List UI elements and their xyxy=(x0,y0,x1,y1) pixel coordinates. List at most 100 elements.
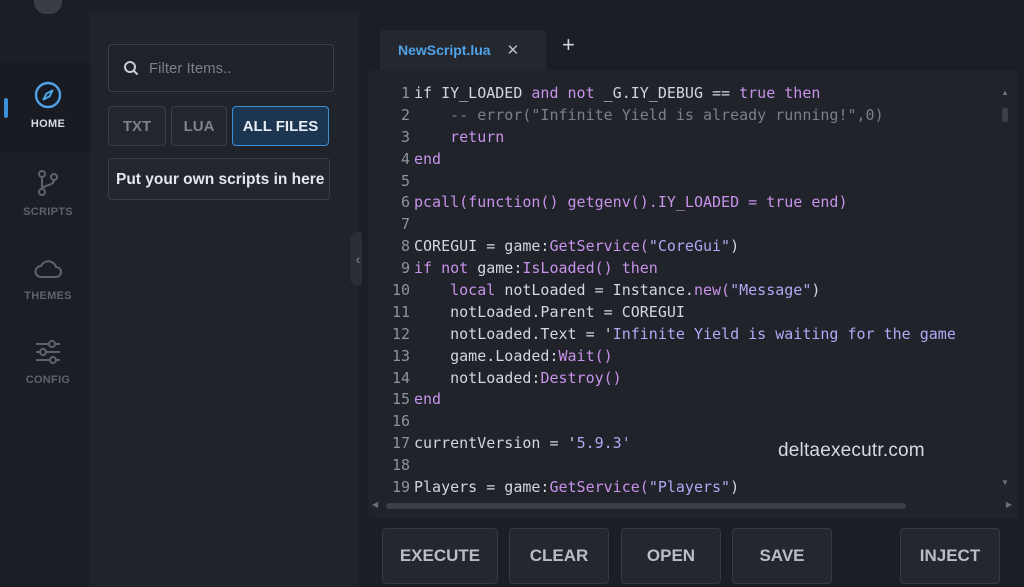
line-number: 9 xyxy=(400,259,410,278)
code-token: game: xyxy=(477,259,523,278)
code-token: "Players" xyxy=(648,478,731,495)
code-token: "CoreGui" xyxy=(648,237,731,256)
new-tab-button[interactable]: + xyxy=(562,32,575,58)
code-token: notLoaded.Parent = COREGUI xyxy=(414,302,685,321)
app-logo xyxy=(34,0,62,14)
code-token: pcall(function() getgenv().IY_LOADED = xyxy=(414,193,767,212)
line-number: 18 xyxy=(391,456,410,475)
code-text: game.Loaded:Wait() xyxy=(414,346,613,368)
line-number: 1 xyxy=(400,84,410,102)
code-line: 6 pcall(function() getgenv().IY_LOADED = … xyxy=(380,192,1012,214)
vertical-scrollbar[interactable]: ▲ ▼ xyxy=(998,88,1012,488)
nav-label-scripts: SCRIPTS xyxy=(23,206,73,218)
filter-search[interactable] xyxy=(108,44,334,92)
code-line: 14 notLoaded:Destroy() xyxy=(380,368,1012,390)
code-line: 4 end xyxy=(380,149,1012,171)
inject-button[interactable]: INJECT xyxy=(900,528,1000,584)
code-line: 15 end xyxy=(380,389,1012,411)
nav-item-scripts[interactable]: SCRIPTS xyxy=(0,168,96,218)
code-token: notLoaded: xyxy=(414,368,541,387)
execute-button[interactable]: EXECUTE xyxy=(382,528,498,584)
open-button[interactable]: OPEN xyxy=(621,528,721,584)
code-text: end xyxy=(414,149,441,171)
line-number: 19 xyxy=(391,478,410,495)
code-token: ) xyxy=(730,478,740,495)
filter-all-files-button[interactable]: ALL FILES xyxy=(232,106,329,146)
compass-icon xyxy=(34,81,62,109)
code-token: local xyxy=(414,281,505,300)
code-text: if IY_LOADED and not _G.IY_DEBUG == true… xyxy=(414,83,820,105)
code-line: 2 -- error("Infinite Yield is already ru… xyxy=(380,105,1012,127)
line-number: 2 xyxy=(400,105,410,124)
code-text: end xyxy=(414,389,441,411)
nav-label-themes: THEMES xyxy=(24,290,72,302)
script-list-item[interactable]: Put your own scripts in here xyxy=(108,158,330,200)
code-line: 9 if not game:IsLoaded() then xyxy=(380,258,1012,280)
code-token: game.Loaded: xyxy=(414,346,559,365)
code-token: end xyxy=(414,149,442,168)
code-text: return xyxy=(414,127,504,149)
scroll-down-icon[interactable]: ▼ xyxy=(1001,478,1009,487)
scroll-right-icon[interactable]: ▶ xyxy=(1006,500,1012,509)
horizontal-scroll-thumb[interactable] xyxy=(386,503,906,509)
line-number: 10 xyxy=(391,281,410,300)
code-token: if IY_LOADED xyxy=(414,84,532,102)
close-icon[interactable]: ✕ xyxy=(507,41,520,59)
nav-label-home: HOME xyxy=(30,118,66,130)
vertical-scroll-thumb[interactable] xyxy=(1002,108,1008,122)
nav-item-home[interactable]: HOME xyxy=(0,80,96,130)
line-number: 12 xyxy=(391,324,410,343)
line-number: 4 xyxy=(400,149,410,168)
code-token: notLoaded = Instance. xyxy=(504,281,694,300)
code-line: 8 COREGUI = game:GetService("CoreGui") xyxy=(380,236,1012,258)
code-token: currentVersion = ' xyxy=(414,434,577,453)
line-number: 6 xyxy=(400,193,410,212)
line-number: 3 xyxy=(400,127,410,146)
line-number: 8 xyxy=(400,237,410,256)
code-token: Players = game: xyxy=(414,478,550,495)
code-line: 7 xyxy=(380,214,1012,236)
code-token: GetService( xyxy=(549,237,649,256)
line-number: 15 xyxy=(391,390,410,409)
filter-txt-button[interactable]: TXT xyxy=(108,106,166,146)
filter-lua-button[interactable]: LUA xyxy=(171,106,227,146)
code-text: notLoaded.Text = 'Infinite Yield is wait… xyxy=(414,324,956,346)
line-number: 16 xyxy=(391,412,410,431)
code-text: currentVersion = '5.9.3' xyxy=(414,433,631,455)
branch-icon xyxy=(38,170,58,196)
line-number: 14 xyxy=(391,368,410,387)
clear-button[interactable]: CLEAR xyxy=(509,528,609,584)
code-token: return xyxy=(414,127,505,146)
code-line: 5 xyxy=(380,171,1012,193)
filter-input[interactable] xyxy=(149,59,319,77)
code-token: new( xyxy=(693,281,731,300)
nav-item-themes[interactable]: THEMES xyxy=(0,256,96,302)
tab-newscript[interactable]: NewScript.lua ✕ xyxy=(380,30,546,70)
files-panel xyxy=(90,14,358,587)
code-line: 16 xyxy=(380,411,1012,433)
scroll-left-icon[interactable]: ◀ xyxy=(372,500,378,509)
code-token: 5.9.3' xyxy=(576,434,631,453)
code-token: and not xyxy=(531,84,604,102)
horizontal-scrollbar[interactable]: ◀ ▶ xyxy=(372,500,1012,512)
watermark: deltaexecutr.com xyxy=(778,440,925,461)
cloud-icon xyxy=(34,260,62,278)
code-token: Destroy() xyxy=(540,368,622,387)
chevron-left-icon: ‹ xyxy=(355,251,361,267)
code-token: Wait() xyxy=(558,346,613,365)
code-content[interactable]: 1 if IY_LOADED and not _G.IY_DEBUG == tru… xyxy=(380,83,1012,495)
code-text: COREGUI = game:GetService("CoreGui") xyxy=(414,236,739,258)
nav-item-config[interactable]: CONFIG xyxy=(0,338,96,386)
code-line: 12 notLoaded.Text = 'Infinite Yield is w… xyxy=(380,324,1012,346)
save-button[interactable]: SAVE xyxy=(732,528,832,584)
code-token: if not xyxy=(414,259,478,278)
code-text: pcall(function() getgenv().IY_LOADED = t… xyxy=(414,192,847,214)
line-number: 11 xyxy=(391,302,410,321)
code-token: ) xyxy=(811,281,821,300)
code-text: Players = game:GetService("Players") xyxy=(414,477,739,495)
code-line: 10 local notLoaded = Instance.new("Messa… xyxy=(380,280,1012,302)
scroll-up-icon[interactable]: ▲ xyxy=(1001,88,1009,97)
code-text: notLoaded.Parent = COREGUI xyxy=(414,302,685,324)
code-token: "Message" xyxy=(730,281,812,300)
code-token: COREGUI = game: xyxy=(414,237,550,256)
